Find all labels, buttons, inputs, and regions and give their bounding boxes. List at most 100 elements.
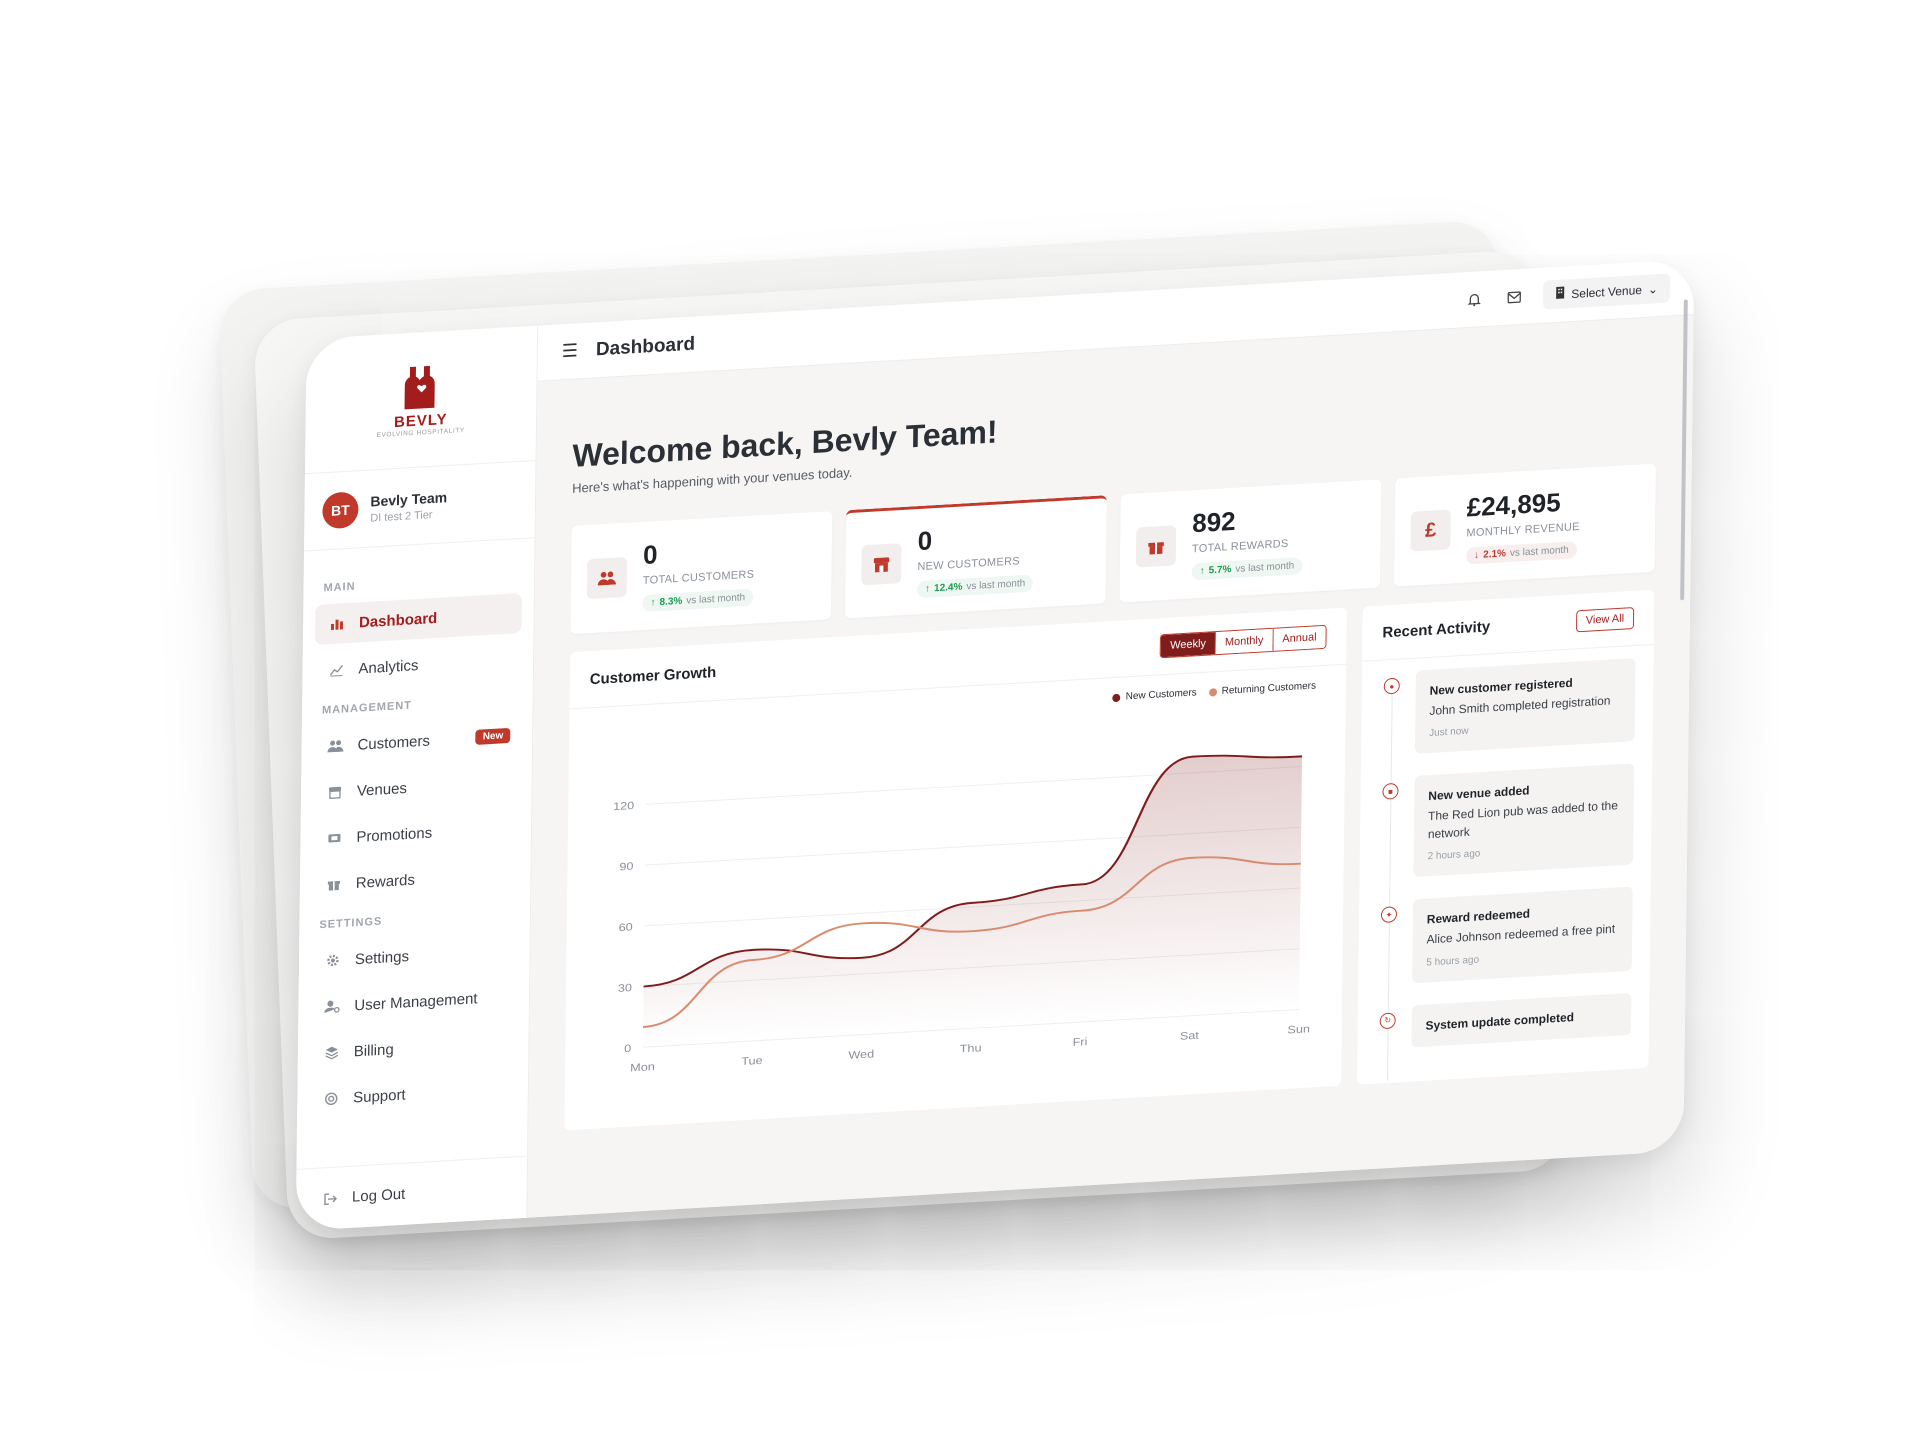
- y-tick-label: 0: [624, 1043, 632, 1055]
- stat-label: TOTAL REWARDS: [1191, 537, 1289, 556]
- gear-icon: [325, 952, 341, 969]
- sidebar-item-label: Promotions: [356, 824, 433, 846]
- user-profile[interactable]: BT Bevly Team DI test 2 Tier: [304, 460, 536, 552]
- activity-card: New venue added The Red Lion pub was add…: [1413, 763, 1635, 878]
- stat-value: £24,895: [1466, 487, 1561, 523]
- store-icon: ■: [1382, 783, 1399, 801]
- x-tick-label: Tue: [741, 1055, 763, 1068]
- arrow-up-icon: ↑: [925, 582, 931, 595]
- arrow-down-icon: ↓: [1474, 549, 1480, 562]
- period-annual-button[interactable]: Annual: [1273, 625, 1326, 651]
- sidebar-nav: MAIN Dashboard Analytics MANAGEMENT Cust…: [296, 538, 534, 1169]
- main-area: ☰ Dashboard Select Venue ⌄ Welcome back,…: [527, 258, 1695, 1218]
- brand-tagline: EVOLVING HOSPITALITY: [376, 426, 465, 440]
- store-icon: [327, 784, 343, 801]
- legend-dot: [1208, 687, 1217, 697]
- venue-select-label: Select Venue: [1571, 282, 1643, 301]
- layers-icon: [324, 1044, 340, 1061]
- user-cog-icon: [324, 998, 340, 1015]
- activity-time: 5 hours ago: [1426, 954, 1480, 969]
- nav-section-management: MANAGEMENT: [321, 699, 412, 717]
- stat-trend: ↓ 2.1% vs last month: [1466, 541, 1577, 565]
- trend-note: vs last month: [686, 592, 746, 607]
- users-icon: [327, 737, 344, 754]
- users-icon: [586, 556, 628, 600]
- trend-note: vs last month: [1509, 544, 1569, 560]
- stat-trend: ↑ 12.4% vs last month: [916, 574, 1034, 598]
- stat-card-new-customers[interactable]: 0 NEW CUSTOMERS ↑ 12.4% vs last month: [844, 495, 1107, 619]
- bar-chart-icon: [329, 615, 345, 632]
- logout-icon: [322, 1190, 338, 1207]
- sidebar-item-user-management[interactable]: User Management: [310, 976, 517, 1028]
- stat-value: 892: [1192, 505, 1236, 539]
- activity-item[interactable]: ● New customer registered John Smith com…: [1379, 657, 1636, 756]
- dashboard-window: BEVLY EVOLVING HOSPITALITY BT Bevly Team…: [295, 258, 1695, 1232]
- x-tick-label: Sat: [1180, 1029, 1200, 1042]
- view-all-button[interactable]: View All: [1575, 606, 1635, 633]
- sidebar-item-rewards[interactable]: Rewards: [312, 854, 519, 906]
- customer-growth-panel: Customer Growth Weekly Monthly Annual Ne…: [564, 607, 1347, 1131]
- stat-card-total-customers[interactable]: 0 TOTAL CUSTOMERS ↑ 8.3% vs last month: [570, 510, 833, 635]
- activity-card: Reward redeemed Alice Johnson redeemed a…: [1412, 886, 1633, 983]
- gift-icon: ✦: [1380, 906, 1398, 924]
- activity-card: System update completed: [1411, 992, 1632, 1048]
- y-tick-label: 60: [619, 921, 634, 934]
- store-icon: [861, 542, 902, 585]
- user-plus-icon: ●: [1383, 677, 1400, 695]
- mail-icon[interactable]: [1503, 285, 1525, 308]
- bottle-logo-icon: [404, 365, 435, 410]
- sidebar-item-support[interactable]: Support: [309, 1068, 516, 1120]
- stat-value: 0: [642, 539, 658, 570]
- activity-description: The Red Lion pub was added to the networ…: [1427, 798, 1619, 842]
- chevron-down-icon: ⌄: [1647, 281, 1659, 297]
- building-icon: [1555, 286, 1565, 302]
- gift-icon: [1135, 525, 1177, 568]
- activity-item[interactable]: ■ New venue added The Red Lion pub was a…: [1377, 763, 1635, 880]
- panel-title: Customer Growth: [589, 663, 717, 688]
- new-badge: New: [475, 727, 511, 745]
- activity-title: System update completed: [1425, 1009, 1575, 1033]
- venue-select[interactable]: Select Venue ⌄: [1543, 273, 1671, 310]
- trend-value: 12.4%: [933, 581, 963, 594]
- activity-time: 2 hours ago: [1427, 848, 1481, 863]
- gift-icon: [326, 876, 342, 893]
- bell-icon[interactable]: [1463, 287, 1485, 310]
- recent-activity-panel: Recent Activity View All ● New customer …: [1356, 589, 1655, 1085]
- period-weekly-button[interactable]: Weekly: [1161, 632, 1217, 658]
- sidebar-item-label: Venues: [356, 779, 408, 800]
- sidebar-item-label: Settings: [354, 947, 410, 968]
- sidebar-item-dashboard[interactable]: Dashboard: [314, 592, 522, 645]
- line-chart-icon: [328, 661, 344, 678]
- sidebar-item-label: Analytics: [358, 656, 419, 678]
- logo[interactable]: BEVLY EVOLVING HOSPITALITY: [304, 325, 538, 475]
- stat-label: TOTAL CUSTOMERS: [642, 568, 755, 588]
- sidebar-item-settings[interactable]: Settings: [311, 930, 518, 982]
- stat-card-monthly-revenue[interactable]: £ £24,895 MONTHLY REVENUE ↓ 2.1% vs last…: [1393, 463, 1656, 587]
- pound-icon: £: [1410, 509, 1451, 552]
- sidebar-item-billing[interactable]: Billing: [310, 1022, 517, 1074]
- sidebar-item-label: Support: [353, 1085, 406, 1107]
- series-area-new-customers: [642, 755, 1303, 1048]
- y-tick-label: 120: [613, 800, 635, 813]
- sidebar-item-analytics[interactable]: Analytics: [314, 639, 521, 691]
- stat-card-total-rewards[interactable]: 892 TOTAL REWARDS ↑ 5.7% vs last month: [1119, 479, 1382, 603]
- x-tick-label: Sun: [1287, 1023, 1310, 1036]
- period-monthly-button[interactable]: Monthly: [1215, 628, 1274, 655]
- customer-growth-chart: 0 30 60 90 120 Mon Tue Wed Thu Fri Sat Sun: [613, 754, 1310, 1074]
- sidebar-item-venues[interactable]: Venues: [313, 761, 520, 813]
- arrow-up-icon: ↑: [1199, 565, 1205, 577]
- hamburger-menu-icon[interactable]: ☰: [562, 340, 578, 362]
- logout-label: Log Out: [351, 1185, 406, 1206]
- activity-item[interactable]: ↻ System update completed: [1375, 992, 1632, 1049]
- nav-section-settings: SETTINGS: [319, 915, 383, 932]
- user-subtitle: DI test 2 Tier: [370, 508, 433, 525]
- lifebuoy-icon: [323, 1090, 339, 1107]
- sidebar-item-label: Dashboard: [358, 609, 438, 631]
- sidebar-item-label: Billing: [353, 1040, 394, 1060]
- sidebar-item-promotions[interactable]: Promotions: [312, 807, 519, 859]
- sidebar-item-customers[interactable]: Customers New: [313, 715, 520, 767]
- chart-area: New Customers Returning Customers 0 30 60 9…: [564, 665, 1346, 1131]
- activity-item[interactable]: ✦ Reward redeemed Alice Johnson redeemed…: [1376, 886, 1633, 985]
- x-tick-label: Fri: [1073, 1036, 1088, 1049]
- avatar: BT: [322, 491, 359, 530]
